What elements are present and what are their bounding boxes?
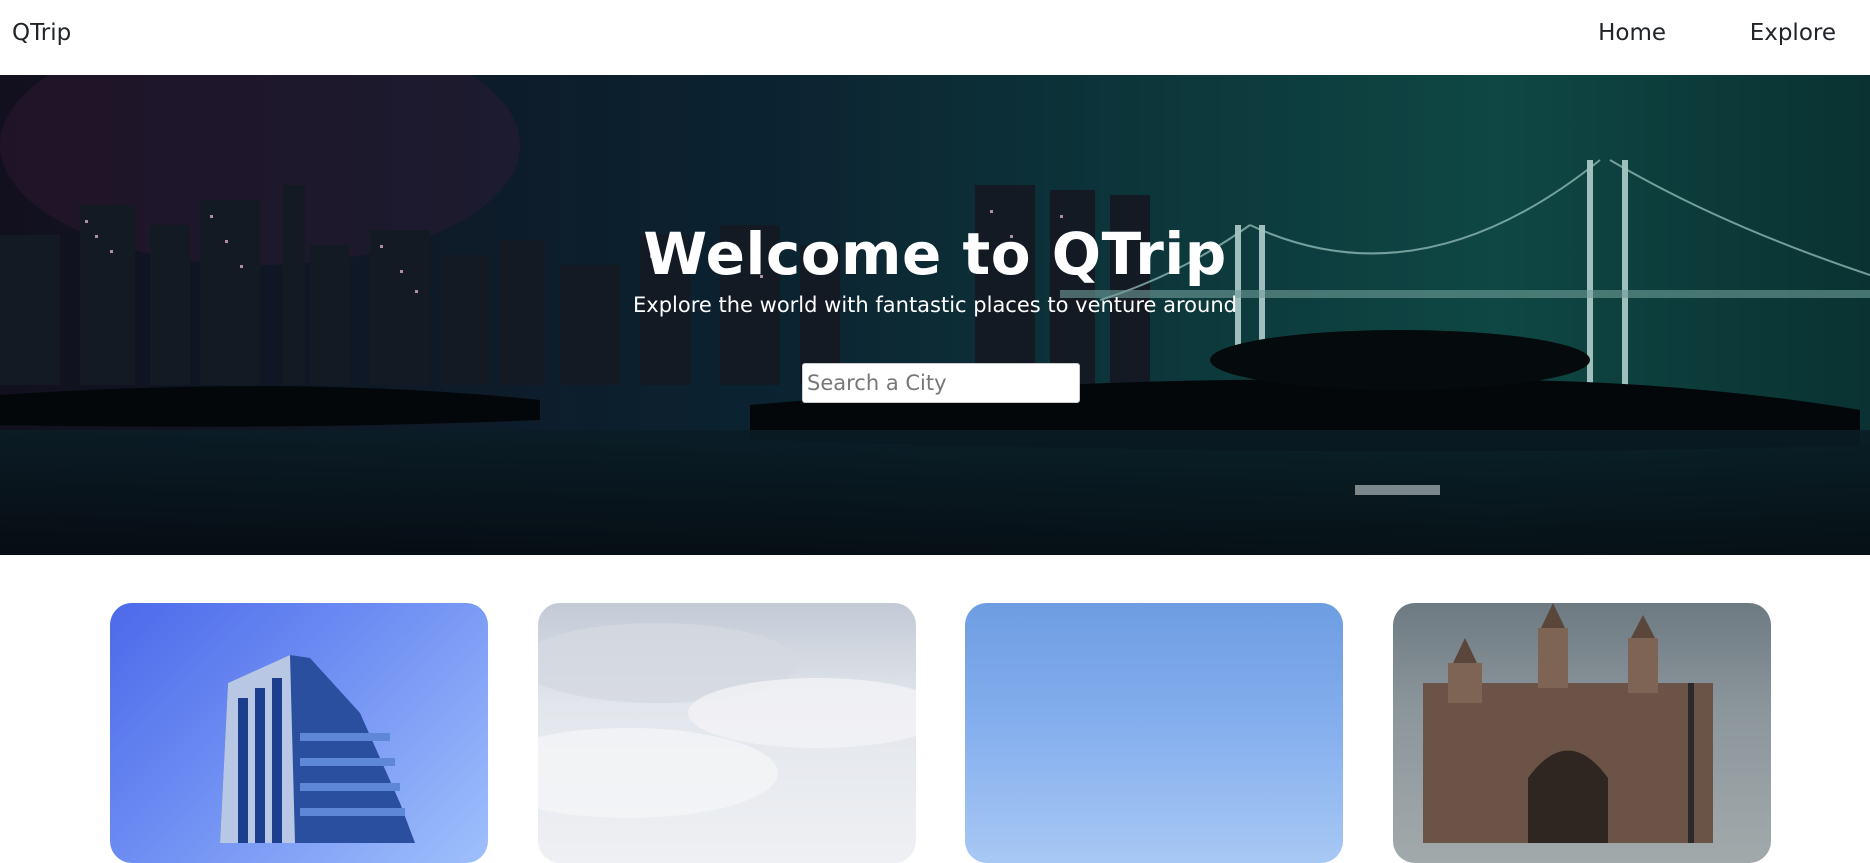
hero-banner: Welcome to QTrip Explore the world with …: [0, 75, 1870, 555]
city-card-image: [220, 655, 415, 843]
hero-subtitle: Explore the world with fantastic places …: [633, 293, 1237, 317]
city-card-image: [965, 603, 1343, 843]
hero-title: Welcome to QTrip: [643, 220, 1227, 288]
city-card-image: [538, 623, 916, 818]
city-card[interactable]: [965, 603, 1343, 863]
city-card[interactable]: [110, 603, 488, 863]
city-card[interactable]: [1393, 603, 1771, 863]
city-card[interactable]: [538, 603, 916, 863]
top-navbar: QTrip Home Explore: [0, 0, 1870, 75]
brand-logo-link[interactable]: QTrip: [12, 20, 71, 46]
nav-home-link[interactable]: Home: [1598, 20, 1666, 46]
city-cards-grid: [0, 603, 1870, 863]
nav-explore-link[interactable]: Explore: [1750, 20, 1836, 46]
city-search-input[interactable]: [802, 363, 1080, 403]
city-card-image: [1423, 603, 1713, 843]
